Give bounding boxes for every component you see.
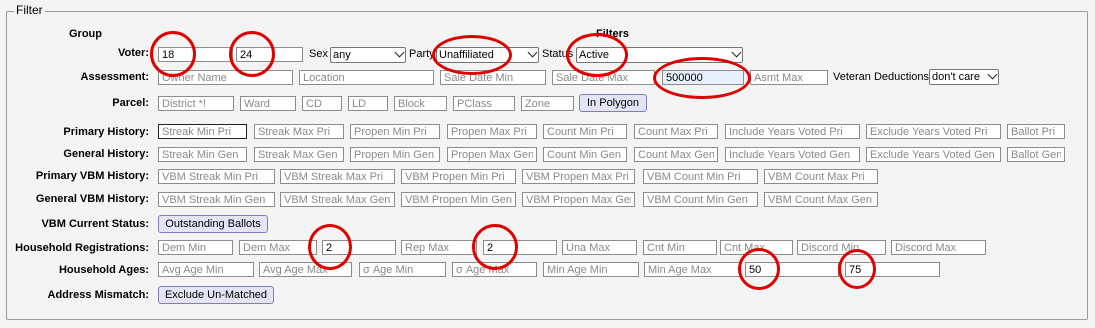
avg-age-min-input[interactable] bbox=[158, 262, 254, 277]
general-history-label: General History: bbox=[63, 148, 149, 160]
party-label: Party bbox=[409, 48, 435, 60]
household-registrations-label: Household Registrations: bbox=[15, 242, 149, 254]
chevron-down-icon bbox=[394, 48, 405, 58]
assessment-label: Assessment: bbox=[80, 71, 149, 83]
group-header: Group bbox=[69, 28, 102, 40]
block-input[interactable] bbox=[394, 96, 447, 111]
exclude-years-pri-input[interactable] bbox=[866, 124, 1001, 139]
primary-vbm-label: Primary VBM History: bbox=[35, 170, 149, 182]
owner-name-input[interactable] bbox=[158, 70, 293, 85]
una-max-input[interactable] bbox=[562, 240, 637, 255]
party-select[interactable]: Unaffiliated bbox=[436, 47, 539, 63]
general-vbm-label: General VBM History: bbox=[35, 193, 149, 205]
ward-input[interactable] bbox=[240, 96, 296, 111]
chevron-down-icon bbox=[987, 70, 998, 80]
include-years-pri-input[interactable] bbox=[725, 124, 860, 139]
status-label: Status bbox=[542, 48, 574, 60]
dem-max-input[interactable] bbox=[239, 240, 317, 255]
streak-min-gen-input[interactable] bbox=[158, 147, 247, 162]
propen-min-pri-input[interactable] bbox=[350, 124, 440, 139]
zone-input[interactable] bbox=[521, 96, 574, 111]
status-select[interactable]: Active bbox=[576, 47, 743, 63]
veteran-select[interactable]: don't care bbox=[929, 69, 999, 85]
vbm-propen-max-pri-input[interactable] bbox=[522, 169, 635, 184]
asmt-min-input[interactable] bbox=[662, 70, 744, 85]
asmt-max-input[interactable] bbox=[750, 70, 828, 85]
vbm-count-min-gen-input[interactable] bbox=[643, 192, 758, 207]
count-min-gen-input[interactable] bbox=[543, 147, 627, 162]
vbm-propen-min-gen-input[interactable] bbox=[401, 192, 516, 207]
filter-legend: Filter bbox=[14, 3, 45, 17]
chevron-down-icon bbox=[527, 48, 538, 58]
min-age-min-input[interactable] bbox=[543, 262, 639, 277]
cnt-max-input[interactable] bbox=[720, 240, 793, 255]
age-min-input[interactable] bbox=[158, 47, 233, 62]
outstanding-ballots-button[interactable]: Outstanding Ballots bbox=[158, 215, 268, 233]
ballot-pri-input[interactable] bbox=[1007, 124, 1065, 139]
include-years-gen-input[interactable] bbox=[725, 147, 860, 162]
filters-header: Filters bbox=[596, 28, 630, 40]
exclude-years-gen-input[interactable] bbox=[866, 147, 1001, 162]
rep-max-input[interactable] bbox=[401, 240, 477, 255]
max-age-min-input[interactable] bbox=[745, 262, 839, 277]
propen-min-gen-input[interactable] bbox=[350, 147, 440, 162]
propen-max-pri-input[interactable] bbox=[447, 124, 537, 139]
streak-max-pri-input[interactable] bbox=[254, 124, 344, 139]
chevron-down-icon bbox=[731, 48, 742, 58]
vbm-streak-min-gen-input[interactable] bbox=[158, 192, 275, 207]
in-polygon-button[interactable]: In Polygon bbox=[579, 94, 647, 112]
vbm-propen-max-gen-input[interactable] bbox=[522, 192, 635, 207]
count-max-gen-input[interactable] bbox=[634, 147, 718, 162]
vbm-streak-min-pri-input[interactable] bbox=[158, 169, 275, 184]
streak-max-gen-input[interactable] bbox=[254, 147, 344, 162]
count-min-pri-input[interactable] bbox=[543, 124, 627, 139]
veteran-label: Veteran Deductions bbox=[833, 71, 930, 83]
district-input[interactable] bbox=[158, 96, 234, 111]
sd-age-min-input[interactable] bbox=[359, 262, 446, 277]
vbm-count-max-gen-input[interactable] bbox=[764, 192, 878, 207]
vbm-count-max-pri-input[interactable] bbox=[764, 169, 878, 184]
min-age-max-input[interactable] bbox=[644, 262, 740, 277]
discord-min-input[interactable] bbox=[797, 240, 886, 255]
ld-input[interactable] bbox=[348, 96, 388, 111]
address-mismatch-label: Address Mismatch: bbox=[47, 289, 149, 301]
rep-min-input[interactable] bbox=[322, 240, 396, 255]
streak-min-pri-input[interactable] bbox=[158, 124, 247, 139]
una-min-input[interactable] bbox=[483, 240, 557, 255]
vbm-streak-max-pri-input[interactable] bbox=[280, 169, 395, 184]
discord-max-input[interactable] bbox=[891, 240, 986, 255]
max-age-max-input[interactable] bbox=[845, 262, 940, 277]
avg-age-max-input[interactable] bbox=[259, 262, 352, 277]
parcel-label: Parcel: bbox=[112, 97, 149, 109]
sex-label: Sex bbox=[309, 48, 328, 60]
household-ages-label: Household Ages: bbox=[58, 264, 149, 276]
dem-min-input[interactable] bbox=[158, 240, 233, 255]
cnt-min-input[interactable] bbox=[643, 240, 717, 255]
count-max-pri-input[interactable] bbox=[634, 124, 718, 139]
pclass-input[interactable] bbox=[453, 96, 515, 111]
cd-input[interactable] bbox=[302, 96, 342, 111]
sale-date-max-input[interactable] bbox=[552, 70, 655, 85]
sex-select[interactable]: any bbox=[330, 47, 406, 63]
exclude-unmatched-button[interactable]: Exclude Un-Matched bbox=[158, 286, 274, 304]
propen-max-gen-input[interactable] bbox=[447, 147, 537, 162]
vbm-propen-min-pri-input[interactable] bbox=[401, 169, 516, 184]
vbm-count-min-pri-input[interactable] bbox=[643, 169, 758, 184]
sd-age-max-input[interactable] bbox=[452, 262, 537, 277]
ballot-gen-input[interactable] bbox=[1007, 147, 1065, 162]
location-input[interactable] bbox=[299, 70, 434, 85]
sale-date-min-input[interactable] bbox=[440, 70, 546, 85]
age-max-input[interactable] bbox=[236, 47, 303, 62]
vbm-streak-max-gen-input[interactable] bbox=[280, 192, 395, 207]
vbm-status-label: VBM Current Status: bbox=[41, 218, 149, 230]
primary-history-label: Primary History: bbox=[63, 126, 149, 138]
voter-label: Voter: bbox=[118, 47, 149, 59]
